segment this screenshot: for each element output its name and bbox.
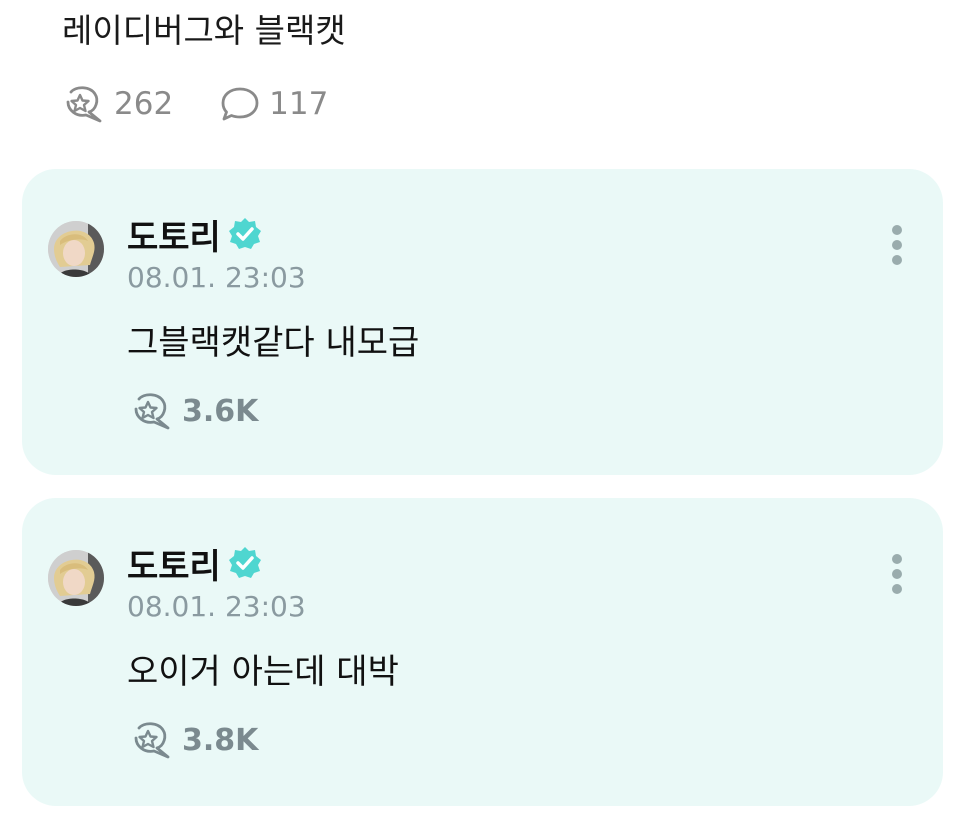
comment-timestamp: 08.01. 23:03	[127, 590, 306, 623]
comment-like-count: 3.6K	[182, 393, 259, 429]
post-stats: 262 117	[62, 82, 374, 126]
comment-like-count: 3.8K	[182, 722, 259, 758]
comment-card: 도토리 08.01. 23:03 그블랙캣같다 내모급 3.6K	[22, 169, 943, 475]
post-like-count: 262	[114, 86, 174, 122]
author-name[interactable]: 도토리	[127, 539, 221, 588]
avatar-image	[48, 550, 104, 606]
verified-badge-icon	[228, 547, 261, 578]
post-comment-count: 117	[269, 86, 329, 122]
author-row: 도토리	[127, 542, 263, 587]
comment-text: 그블랙캣같다 내모급	[127, 323, 420, 363]
comment-card: 도토리 08.01. 23:03 오이거 아는데 대박 3.8K	[22, 498, 943, 806]
more-vertical-icon[interactable]	[887, 552, 907, 596]
verified-badge-icon	[228, 218, 261, 249]
avatar[interactable]	[48, 221, 104, 277]
avatar[interactable]	[48, 550, 104, 606]
post-comment-button[interactable]: 117	[219, 84, 328, 124]
cheer-bubble-star-icon	[134, 722, 170, 759]
comment-like-button[interactable]: 3.8K	[130, 718, 258, 762]
post-like-button[interactable]: 262	[62, 84, 173, 124]
author-row: 도토리	[127, 213, 263, 258]
speech-bubble-icon	[221, 87, 259, 121]
comment-like-button[interactable]: 3.6K	[130, 389, 258, 433]
cheer-bubble-star-icon	[66, 86, 102, 123]
author-name[interactable]: 도토리	[127, 210, 221, 259]
comment-timestamp: 08.01. 23:03	[127, 261, 306, 294]
more-vertical-icon[interactable]	[887, 223, 907, 267]
avatar-image	[48, 221, 104, 277]
cheer-bubble-star-icon	[134, 393, 170, 430]
post-text: 레이디버그와 블랙캣	[62, 11, 346, 50]
comment-text: 오이거 아는데 대박	[127, 652, 399, 692]
